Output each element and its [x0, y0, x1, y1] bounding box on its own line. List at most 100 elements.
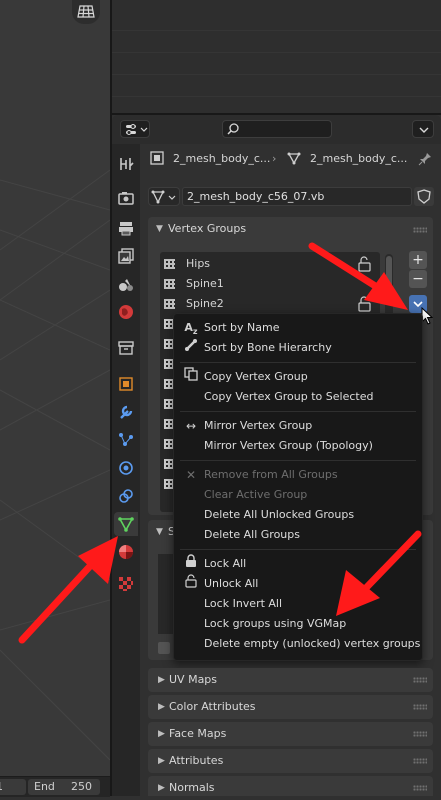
row-divider — [112, 96, 441, 97]
object-icon — [119, 377, 133, 391]
properties-header — [112, 115, 441, 144]
tab-constraints[interactable] — [114, 484, 138, 508]
output-printer-icon — [119, 222, 133, 236]
texture-checker-icon — [119, 577, 133, 591]
tab-particles[interactable] — [114, 428, 138, 452]
mesh-icon — [151, 190, 176, 204]
menu-item-lock-all[interactable]: Lock All — [174, 554, 422, 574]
tab-world[interactable] — [114, 300, 138, 324]
viewport-grid — [0, 169, 110, 761]
drag-handle-icon[interactable] — [413, 731, 427, 737]
pin-icon[interactable] — [418, 152, 432, 166]
menu-item-mirror-vertex-group[interactable]: ↔ Mirror Vertex Group — [174, 416, 422, 436]
row-divider — [112, 74, 441, 75]
menu-item-lock-vgmap[interactable]: Lock groups using VGMap — [174, 614, 422, 634]
x-icon: ✕ — [185, 468, 197, 482]
attributes-panel[interactable]: ▶ Attributes — [148, 749, 433, 773]
relative-checkbox[interactable] — [158, 642, 170, 654]
tab-tool[interactable] — [114, 152, 138, 176]
menu-item-delete-empty[interactable]: Delete empty (unlocked) vertex groups — [174, 634, 422, 654]
outliner-area[interactable] — [112, 0, 441, 113]
search-icon — [227, 123, 239, 135]
physics-icon — [119, 461, 133, 475]
search-input[interactable] — [222, 120, 332, 138]
drag-handle-icon[interactable] — [413, 227, 427, 233]
tab-object[interactable] — [114, 372, 138, 396]
drag-handle-icon[interactable] — [413, 785, 427, 791]
mouse-cursor-icon — [421, 307, 434, 325]
constraint-icon — [119, 489, 133, 503]
panel-title: Face Maps — [169, 727, 227, 740]
mesh-icon — [287, 152, 301, 165]
timeline-bar: 1 End 250 — [0, 776, 110, 797]
3d-viewport[interactable] — [0, 0, 110, 776]
menu-separator — [180, 411, 416, 412]
add-vertex-group-button[interactable]: + — [409, 251, 427, 269]
breadcrumb-mesh: 2_mesh_body_c... — [310, 152, 408, 165]
vertex-group-icon — [164, 279, 175, 289]
vertex-group-icon — [164, 379, 173, 389]
uv-maps-panel[interactable]: ▶ UV Maps — [148, 668, 433, 692]
start-frame-value: 1 — [0, 780, 3, 793]
collection-box-icon — [118, 341, 134, 355]
chevron-down-icon — [419, 127, 429, 133]
tool-icon — [120, 158, 134, 170]
row-divider — [112, 52, 441, 53]
shield-icon — [417, 189, 431, 204]
tab-render[interactable] — [114, 186, 138, 210]
menu-item-copy-vertex-group[interactable]: Copy Vertex Group — [174, 367, 422, 387]
mesh-browse-button[interactable] — [148, 187, 180, 206]
menu-item-lock-invert[interactable]: Lock Invert All — [174, 594, 422, 614]
tab-view-layer[interactable] — [114, 244, 138, 268]
remove-vertex-group-button[interactable]: − — [409, 270, 427, 288]
tab-collection[interactable] — [114, 336, 138, 360]
menu-item-clear-active: Clear Active Group — [204, 488, 308, 501]
properties-editor-icon — [126, 124, 148, 135]
fake-user-button[interactable] — [414, 187, 434, 206]
tab-output[interactable] — [114, 216, 138, 240]
tab-modifiers[interactable] — [114, 400, 138, 424]
face-maps-panel[interactable]: ▶ Face Maps — [148, 722, 433, 746]
material-icon — [119, 545, 133, 559]
object-icon — [150, 151, 164, 165]
tab-physics[interactable] — [114, 456, 138, 480]
drag-handle-icon[interactable] — [413, 677, 427, 683]
scene-icon — [119, 279, 133, 291]
render-camera-icon — [118, 192, 134, 205]
tab-texture[interactable] — [114, 572, 138, 596]
menu-item-delete-all[interactable]: Delete All Groups — [174, 525, 422, 545]
tab-scene[interactable] — [114, 272, 138, 296]
unlocked-icon[interactable] — [356, 256, 374, 272]
vertex-group-name: Spine2 — [186, 297, 224, 310]
options-dropdown-button[interactable] — [412, 120, 434, 138]
vertex-groups-header[interactable]: ▼ Vertex Groups — [148, 217, 433, 241]
breadcrumb-object: 2_mesh_body_c... — [173, 152, 271, 165]
menu-item-sort-by-name[interactable]: Az Sort by Name — [174, 318, 422, 338]
scrollbar-thumb[interactable] — [386, 256, 392, 296]
unlocked-icon[interactable] — [356, 296, 374, 312]
shape-key-list[interactable] — [158, 554, 174, 634]
start-frame-field[interactable]: 1 — [0, 779, 26, 795]
vertex-group-icon — [164, 479, 173, 489]
editor-type-button[interactable] — [120, 120, 150, 138]
menu-item-delete-unlocked[interactable]: Delete All Unlocked Groups — [174, 505, 422, 525]
tab-material[interactable] — [114, 540, 138, 564]
vertex-group-icon — [164, 359, 173, 369]
menu-item-sort-by-bone[interactable]: Sort by Bone Hierarchy — [174, 338, 422, 358]
drag-handle-icon[interactable] — [413, 704, 427, 710]
grid-toggle-button[interactable] — [72, 0, 100, 24]
vertex-group-name: Hips — [186, 257, 211, 270]
drag-handle-icon[interactable] — [413, 758, 427, 764]
color-attributes-panel[interactable]: ▶ Color Attributes — [148, 695, 433, 719]
menu-item-unlock-all[interactable]: Unlock All — [174, 574, 422, 594]
menu-item-mirror-topology[interactable]: Mirror Vertex Group (Topology) — [174, 436, 422, 456]
tab-mesh-data[interactable] — [114, 512, 138, 536]
duplicate-icon — [184, 367, 198, 387]
normals-panel[interactable]: ▶ Normals — [148, 776, 433, 796]
menu-item-copy-to-selected[interactable]: Copy Vertex Group to Selected — [174, 387, 422, 407]
menu-separator — [180, 362, 416, 363]
end-frame-field[interactable]: End 250 — [28, 779, 100, 795]
mesh-name-field[interactable]: 2_mesh_body_c56_07.vb — [182, 187, 412, 206]
vertex-group-specials-menu: Az Sort by Name Sort by Bone Hierarchy C… — [173, 313, 423, 661]
collapsed-triangle-icon: ▶ — [158, 702, 165, 712]
